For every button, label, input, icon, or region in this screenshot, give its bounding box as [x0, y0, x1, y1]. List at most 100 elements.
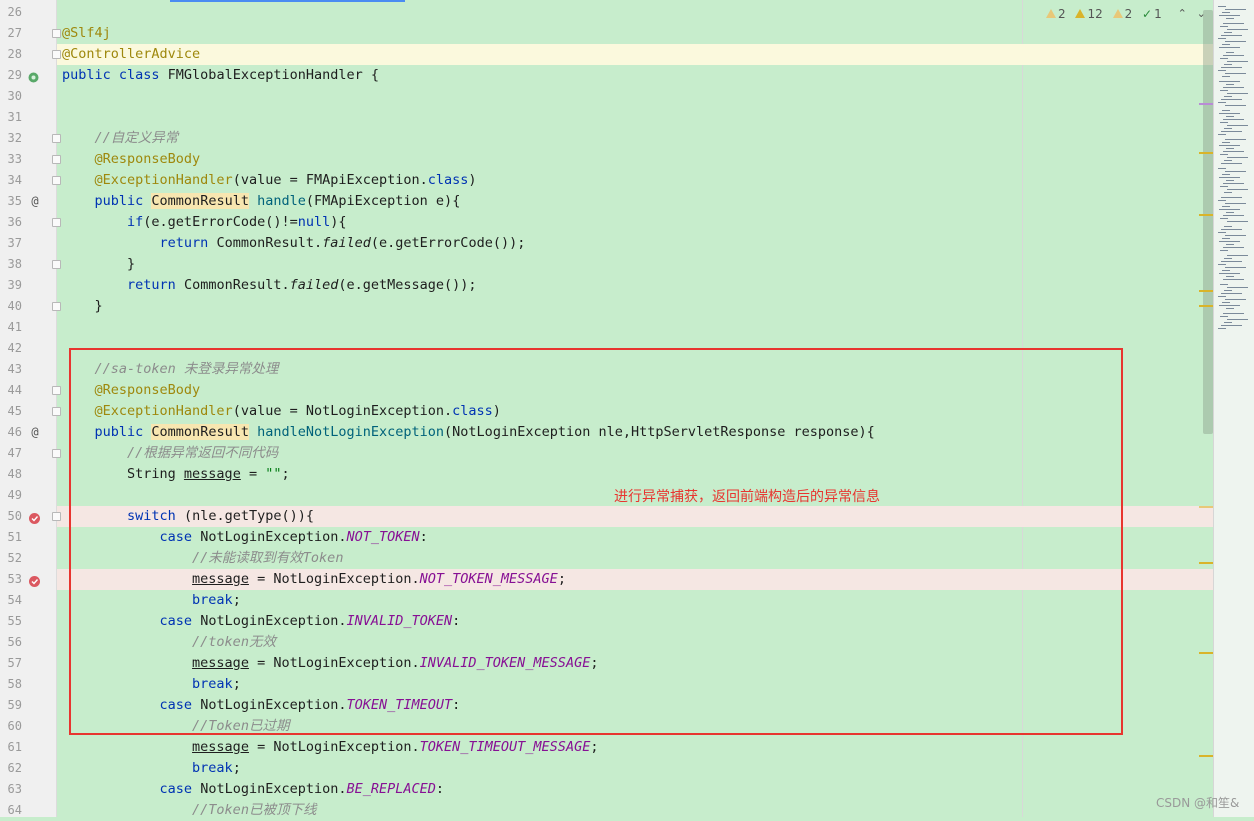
line-number[interactable]: 48 [0, 464, 22, 485]
code-line[interactable]: //Token已过期 [62, 716, 289, 737]
fold-marker-icon[interactable] [52, 29, 61, 38]
line-number[interactable]: 61 [0, 737, 22, 758]
line-number[interactable]: 53 [0, 569, 22, 590]
code-line[interactable]: @ResponseBody [62, 380, 200, 401]
implements-marker-icon[interactable]: @ [28, 422, 42, 443]
warning-stripe[interactable] [1199, 152, 1213, 154]
code-line[interactable]: //token无效 [62, 632, 276, 653]
code-line[interactable]: //未能读取到有效Token [62, 548, 343, 569]
line-number[interactable]: 46 [0, 422, 22, 443]
code-line[interactable]: case NotLoginException.TOKEN_TIMEOUT: [62, 695, 460, 716]
code-line[interactable]: //sa-token 未登录异常处理 [62, 359, 278, 380]
code-line[interactable]: return CommonResult.failed(e.getMessage(… [62, 275, 477, 296]
line-number[interactable]: 43 [0, 359, 22, 380]
fold-marker-icon[interactable] [52, 155, 61, 164]
typo-counter[interactable]: 2 [1113, 6, 1133, 21]
scrollbar-thumb[interactable] [1203, 10, 1213, 434]
line-number[interactable]: 42 [0, 338, 22, 359]
code-line[interactable]: //根据异常返回不同代码 [62, 443, 278, 464]
fold-marker-icon[interactable] [52, 302, 61, 311]
code-line[interactable]: @ResponseBody [62, 149, 200, 170]
warning-counter[interactable]: 12 [1075, 6, 1102, 21]
editor-gutter[interactable]: 26272829303132333435@3637383940414243444… [0, 0, 57, 817]
fold-marker-icon[interactable] [52, 50, 61, 59]
fold-marker-icon[interactable] [52, 134, 61, 143]
code-line[interactable]: case NotLoginException.BE_REPLACED: [62, 779, 444, 800]
line-number[interactable]: 52 [0, 548, 22, 569]
fold-marker-icon[interactable] [52, 449, 61, 458]
line-number[interactable]: 44 [0, 380, 22, 401]
code-line[interactable]: public CommonResult handleNotLoginExcept… [62, 422, 875, 443]
line-number[interactable]: 51 [0, 527, 22, 548]
warning-stripe[interactable] [1199, 506, 1213, 508]
line-number[interactable]: 36 [0, 212, 22, 233]
weak-warning-counter[interactable]: 2 [1046, 6, 1066, 21]
code-line[interactable]: message = NotLoginException.NOT_TOKEN_ME… [62, 569, 566, 590]
spring-bean-icon[interactable] [27, 69, 40, 82]
code-line[interactable]: public class FMGlobalExceptionHandler { [62, 65, 379, 86]
line-number[interactable]: 27 [0, 23, 22, 44]
line-number[interactable]: 62 [0, 758, 22, 779]
code-line[interactable]: public CommonResult handle(FMApiExceptio… [62, 191, 460, 212]
line-number[interactable]: 31 [0, 107, 22, 128]
warning-stripe[interactable] [1199, 305, 1213, 307]
warning-stripe[interactable] [1199, 290, 1213, 292]
implements-marker-icon[interactable]: @ [28, 191, 42, 212]
code-minimap[interactable] [1213, 0, 1254, 817]
code-line[interactable]: break; [62, 674, 241, 695]
line-number[interactable]: 50 [0, 506, 22, 527]
line-number[interactable]: 64 [0, 800, 22, 821]
fold-marker-icon[interactable] [52, 407, 61, 416]
warning-stripe[interactable] [1199, 214, 1213, 216]
line-number[interactable]: 30 [0, 86, 22, 107]
code-line[interactable]: case NotLoginException.INVALID_TOKEN: [62, 611, 460, 632]
code-line[interactable]: break; [62, 758, 241, 779]
line-number[interactable]: 63 [0, 779, 22, 800]
code-line[interactable]: case NotLoginException.NOT_TOKEN: [62, 527, 428, 548]
code-line[interactable]: break; [62, 590, 241, 611]
code-line[interactable]: message = NotLoginException.TOKEN_TIMEOU… [62, 737, 598, 758]
code-line[interactable]: String message = ""; [62, 464, 290, 485]
line-number[interactable]: 35 [0, 191, 22, 212]
code-line[interactable]: return CommonResult.failed(e.getErrorCod… [62, 233, 525, 254]
code-line[interactable]: @ControllerAdvice [62, 44, 200, 65]
line-number[interactable]: 57 [0, 653, 22, 674]
code-line[interactable]: } [62, 254, 135, 275]
code-line[interactable]: //Token已被顶下线 [62, 800, 316, 821]
line-number[interactable]: 49 [0, 485, 22, 506]
line-number[interactable]: 59 [0, 695, 22, 716]
fold-marker-icon[interactable] [52, 260, 61, 269]
previous-highlight-icon[interactable]: ⌃ [1178, 7, 1187, 20]
line-number[interactable]: 37 [0, 233, 22, 254]
inspection-widget[interactable]: 2 12 2 ✓1 ⌃ ⌄ [1046, 6, 1206, 22]
line-number[interactable]: 45 [0, 401, 22, 422]
vertical-scrollbar[interactable] [1195, 0, 1213, 817]
line-number[interactable]: 54 [0, 590, 22, 611]
breakpoint-icon[interactable] [28, 510, 41, 523]
warning-stripe[interactable] [1199, 652, 1213, 654]
breakpoint-icon[interactable] [28, 573, 41, 586]
fold-marker-icon[interactable] [52, 512, 61, 521]
line-number[interactable]: 32 [0, 128, 22, 149]
code-line[interactable]: } [62, 296, 103, 317]
passed-counter[interactable]: ✓1 [1142, 6, 1162, 21]
code-line[interactable]: switch (nle.getType()){ [62, 506, 314, 527]
line-number[interactable]: 28 [0, 44, 22, 65]
code-line[interactable]: //自定义异常 [62, 128, 178, 149]
warning-stripe[interactable] [1199, 755, 1213, 757]
line-number[interactable]: 40 [0, 296, 22, 317]
line-number[interactable]: 33 [0, 149, 22, 170]
warning-stripe[interactable] [1199, 562, 1213, 564]
line-number[interactable]: 58 [0, 674, 22, 695]
line-number[interactable]: 56 [0, 632, 22, 653]
fold-marker-icon[interactable] [52, 218, 61, 227]
line-number[interactable]: 29 [0, 65, 22, 86]
line-number[interactable]: 60 [0, 716, 22, 737]
line-number[interactable]: 34 [0, 170, 22, 191]
line-number[interactable]: 55 [0, 611, 22, 632]
fold-marker-icon[interactable] [52, 386, 61, 395]
line-number[interactable]: 47 [0, 443, 22, 464]
code-line[interactable]: @Slf4j [62, 23, 111, 44]
fold-marker-icon[interactable] [52, 176, 61, 185]
code-line[interactable]: message = NotLoginException.INVALID_TOKE… [62, 653, 598, 674]
